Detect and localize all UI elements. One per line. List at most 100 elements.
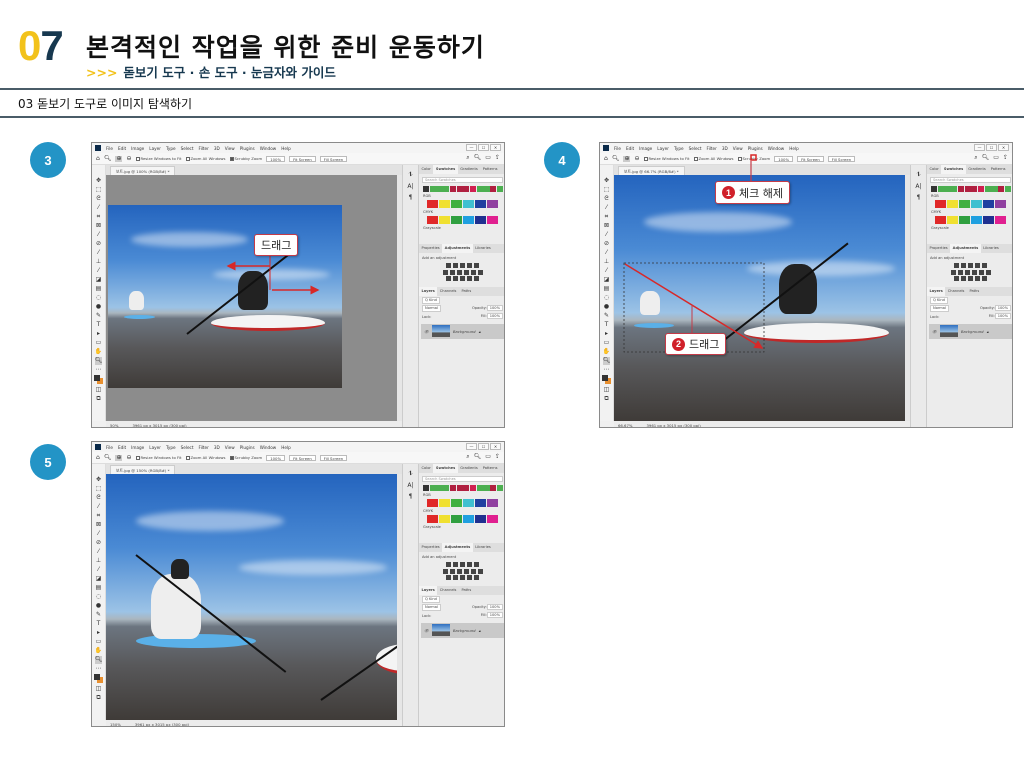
blur-tool-icon[interactable]: ◌ xyxy=(96,294,101,302)
stamp-tool-icon[interactable]: ⊥ xyxy=(604,258,609,266)
tab-swatches[interactable]: Swatches xyxy=(941,165,966,174)
home-icon[interactable]: ⌂ xyxy=(604,155,608,162)
tab-patterns[interactable]: Patterns xyxy=(988,165,1008,174)
brush-tool-icon[interactable]: ⁄ xyxy=(606,249,607,257)
marquee-tool-icon[interactable]: ⬚ xyxy=(96,186,102,194)
menu-type[interactable]: Type xyxy=(166,445,176,450)
adjustment-icon[interactable] xyxy=(467,575,472,580)
adjustment-icon[interactable] xyxy=(474,575,479,580)
tab-adjustments[interactable]: Adjustments xyxy=(442,543,473,552)
fill-screenbutton[interactable]: Fill Screen xyxy=(319,454,348,461)
path-select-tool-icon[interactable]: ▸ xyxy=(97,629,100,637)
swatch[interactable] xyxy=(931,186,938,192)
color-swatches[interactable] xyxy=(94,375,103,384)
adjustment-icon[interactable] xyxy=(954,276,959,281)
stamp-tool-icon[interactable]: ⊥ xyxy=(96,258,101,266)
swatch[interactable] xyxy=(935,200,947,208)
swatch[interactable] xyxy=(450,499,463,507)
blur-tool-icon[interactable]: ◌ xyxy=(96,593,101,601)
canvas[interactable] xyxy=(106,175,402,421)
swatch[interactable] xyxy=(463,186,470,192)
checkbox-box[interactable] xyxy=(229,156,234,161)
checkbox-box[interactable] xyxy=(737,156,742,161)
menu-filter[interactable]: Filter xyxy=(198,445,208,450)
fill-screenbutton[interactable]: Fill Screen xyxy=(319,155,348,162)
checkbox-resize-windows-to-fit[interactable]: Resize Windows to Fit xyxy=(135,156,182,161)
screen-mode-icon[interactable]: ⧉ xyxy=(96,694,100,702)
menu-plugins[interactable]: Plugins xyxy=(748,146,763,151)
zoom-tool-preset-icon[interactable]: 🔍︎ xyxy=(612,155,620,162)
quick-mask-icon[interactable]: ◫ xyxy=(96,685,102,693)
eye-icon[interactable]: 👁︎ xyxy=(932,329,937,334)
gradient-tool-icon[interactable]: ▤ xyxy=(604,285,610,293)
color-swatches[interactable] xyxy=(94,674,103,683)
menu-image[interactable]: Image xyxy=(131,445,144,450)
brush-tool-icon[interactable]: ⁄ xyxy=(98,548,99,556)
blend-mode-select[interactable]: Normal xyxy=(930,305,950,312)
swatch[interactable] xyxy=(474,216,487,224)
checkbox-scrubby-zoom[interactable]: Scrubby Zoom xyxy=(229,156,262,161)
history-brush-tool-icon[interactable]: ⁄ xyxy=(98,267,99,275)
swatch[interactable] xyxy=(438,515,451,523)
100-button[interactable]: 100% xyxy=(774,155,794,162)
adjustment-icon[interactable] xyxy=(968,263,973,268)
search-icon[interactable]: 🔍︎ xyxy=(474,454,482,460)
tab-color[interactable]: Color xyxy=(927,165,941,174)
tab-gradients[interactable]: Gradients xyxy=(458,464,481,473)
swatch[interactable] xyxy=(476,485,483,491)
swatch[interactable] xyxy=(449,485,457,491)
adjustment-icon[interactable] xyxy=(460,276,465,281)
zoom-tool-icon[interactable]: 🔍︎ xyxy=(602,357,611,365)
history-brush-tool-icon[interactable]: ⁄ xyxy=(98,566,99,574)
checkbox-scrubby-zoom[interactable]: Scrubby Zoom xyxy=(737,156,770,161)
swatch[interactable] xyxy=(423,186,430,192)
checkbox-zoom-all-windows[interactable]: Zoom All Windows xyxy=(693,156,734,161)
menu-help[interactable]: Help xyxy=(789,146,799,151)
swatch[interactable] xyxy=(490,485,497,491)
tab-layers[interactable]: Layers xyxy=(419,286,438,296)
menu-type[interactable]: Type xyxy=(166,146,176,151)
adjustment-icon[interactable] xyxy=(477,568,483,574)
adjustment-icon[interactable] xyxy=(463,269,469,275)
menu-select[interactable]: Select xyxy=(181,445,194,450)
tab-adjustments[interactable]: Adjustments xyxy=(950,244,981,253)
swatch[interactable] xyxy=(462,200,475,208)
move-tool-icon[interactable]: ✥ xyxy=(96,476,101,484)
fill-screenbutton[interactable]: Fill Screen xyxy=(827,155,856,162)
swatch[interactable] xyxy=(450,515,463,523)
menu-file[interactable]: File xyxy=(106,445,113,450)
swatch-group-cmyk[interactable]: CMYK xyxy=(423,210,502,214)
type-tool-icon[interactable]: T xyxy=(97,321,101,329)
checkbox-box[interactable] xyxy=(643,156,648,161)
frame-tool-icon[interactable]: ⊠ xyxy=(604,222,609,230)
swatch[interactable] xyxy=(450,216,463,224)
document-tab[interactable]: 보트.jpg @ 150% (RGB/8#) * xyxy=(110,465,176,474)
adjustment-icon[interactable] xyxy=(982,276,987,281)
search-icon[interactable]: ⌕ xyxy=(466,454,469,460)
adjustment-icon[interactable] xyxy=(442,568,448,574)
crop-tool-icon[interactable]: ⌗ xyxy=(605,213,608,221)
adjustment-icon[interactable] xyxy=(446,575,451,580)
swatch[interactable] xyxy=(469,186,477,192)
tab-patterns[interactable]: Patterns xyxy=(480,464,500,473)
menu-window[interactable]: Window xyxy=(768,146,785,151)
eyedropper-tool-icon[interactable]: ⁄ xyxy=(98,530,99,538)
checkbox-resize-windows-to-fit[interactable]: Resize Windows to Fit xyxy=(643,156,690,161)
tab-libraries[interactable]: Libraries xyxy=(981,244,1002,253)
adjustment-icon[interactable] xyxy=(453,276,458,281)
paragraph-panel-icon[interactable]: ¶ xyxy=(917,194,921,201)
menu-view[interactable]: View xyxy=(225,146,235,151)
swatch[interactable] xyxy=(496,485,503,491)
menu-view[interactable]: View xyxy=(733,146,743,151)
swatch[interactable] xyxy=(970,200,983,208)
blend-mode-select[interactable]: Normal xyxy=(422,604,442,611)
eyedropper-tool-icon[interactable]: ⁄ xyxy=(98,231,99,239)
adjustment-icon[interactable] xyxy=(449,269,455,275)
layer-background[interactable]: 👁︎ Background 🔒︎ xyxy=(421,323,504,339)
adjustment-icon[interactable] xyxy=(477,269,483,275)
fit-screenbutton[interactable]: Fit Screen xyxy=(797,155,824,162)
swatch[interactable] xyxy=(456,186,463,192)
100-button[interactable]: 100% xyxy=(266,155,286,162)
frame-tool-icon[interactable]: ⊠ xyxy=(96,222,101,230)
menu-layer[interactable]: Layer xyxy=(657,146,669,151)
